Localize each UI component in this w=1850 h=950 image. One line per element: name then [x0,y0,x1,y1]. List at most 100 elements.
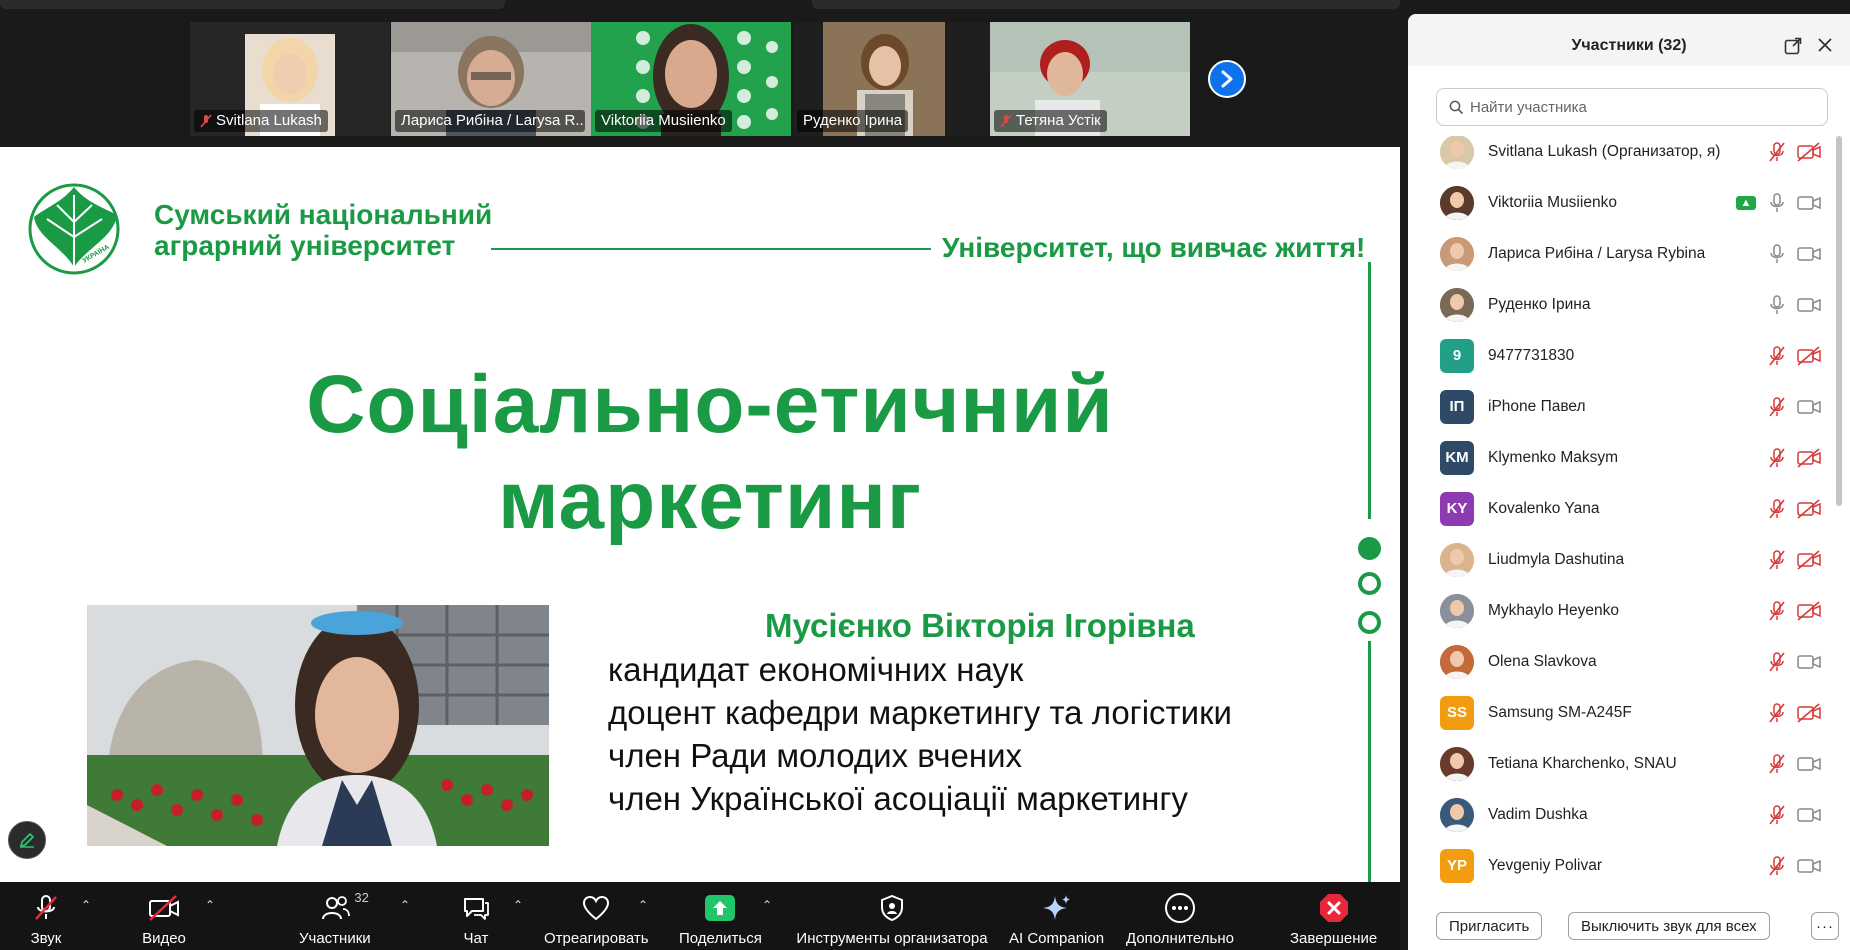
strip-bar-left [0,0,505,9]
audio-button[interactable]: Звук [22,882,70,950]
next-page-button[interactable] [1208,60,1246,98]
video-tile-viktoriia[interactable]: Viktoriia Musiienko [591,22,791,136]
chevron-right-icon [1221,70,1233,88]
video-icon[interactable] [1797,856,1821,876]
participant-row[interactable]: Svitlana Lukash (Организатор, я) [1408,136,1844,177]
participant-list-scrollbar[interactable] [1836,136,1842,506]
participant-row[interactable]: Olena Slavkova [1408,636,1844,687]
participant-row[interactable]: ІП iPhone Павел [1408,381,1844,432]
participant-row[interactable]: SS Samsung SM-A245F [1408,687,1844,738]
annotate-button[interactable] [8,821,46,859]
chat-icon-wrap [452,888,500,928]
participants-button[interactable]: 32 Участники [299,882,371,950]
video-off-icon[interactable] [1797,498,1821,519]
popout-icon[interactable] [1784,37,1802,55]
video-off-icon[interactable] [1797,447,1821,468]
video-button[interactable]: Видео [140,882,188,950]
video-tile-larysa[interactable]: Лариса Рибіна / Larysa R... [391,22,591,136]
participant-row[interactable]: Viktoriia Musiienko ▲ [1408,177,1844,228]
react-button[interactable]: Отреагировать [544,882,649,950]
muted-mic-icon[interactable] [1769,498,1785,519]
participant-row[interactable]: Руденко Ірина [1408,279,1844,330]
video-icon[interactable] [1797,652,1821,672]
participant-name: Tetiana Kharchenko, SNAU [1488,754,1677,772]
participant-row[interactable]: Tetiana Kharchenko, SNAU [1408,738,1844,789]
video-off-icon[interactable] [1797,549,1821,570]
video-icon[interactable] [1797,295,1821,315]
search-input[interactable] [1470,98,1810,116]
more-button[interactable]: Дополнительно [1126,882,1234,950]
shield-icon [881,894,903,922]
muted-mic-icon[interactable] [1769,600,1785,621]
react-options-caret[interactable]: ⌃ [636,899,650,911]
avatar [1440,185,1474,220]
tile-name-text: Viktoriia Musiienko [601,112,726,129]
tile-name: Viktoriia Musiienko [595,110,732,132]
mute-all-button[interactable]: Выключить звук для всех [1568,912,1770,940]
panel-more-button[interactable]: ··· [1811,912,1839,940]
muted-mic-icon[interactable] [1769,345,1785,366]
muted-mic-icon[interactable] [1769,855,1785,876]
muted-mic-icon[interactable] [1769,651,1785,672]
avatar-photo [1440,185,1474,220]
participant-row[interactable]: KY Kovalenko Yana [1408,483,1844,534]
video-icon[interactable] [1797,244,1821,264]
share-button[interactable]: Поделиться [679,882,762,950]
video-icon[interactable] [1797,193,1821,213]
chat-button[interactable]: Чат [452,882,500,950]
mic-icon[interactable] [1769,192,1785,213]
zoom-meeting-window: Svitlana Lukash Лариса Рибіна / Larysa R… [0,0,1850,950]
participant-row[interactable]: Vadim Dushka [1408,789,1844,840]
muted-mic-icon[interactable] [1769,702,1785,723]
host-tools-button[interactable]: Инструменты организатора [792,882,992,950]
audio-options-caret[interactable]: ⌃ [79,899,93,911]
video-icon[interactable] [1797,805,1821,825]
participant-row[interactable]: 9 9477731830 [1408,330,1844,381]
video-tile-tetiana[interactable]: Тетяна Устік [990,22,1190,136]
video-tile-svitlana[interactable]: Svitlana Lukash [190,22,390,136]
invite-button[interactable]: Пригласить [1436,912,1543,940]
video-icon[interactable] [1797,754,1821,774]
video-off-icon[interactable] [1797,345,1821,366]
participant-row[interactable]: YP Yevgeniy Polivar [1408,840,1844,891]
share-options-caret[interactable]: ⌃ [760,899,774,911]
video-tile-iryna[interactable]: Руденко Ірина [793,22,993,136]
close-icon[interactable] [1816,36,1834,54]
panel-header: Участники (32) [1408,14,1850,66]
participant-row[interactable]: KM Klymenko Maksym [1408,432,1844,483]
participant-name: Viktoriia Musiienko [1488,193,1617,211]
video-off-icon[interactable] [1797,141,1821,162]
end-meeting-button[interactable]: Завершение [1290,882,1377,950]
video-off-icon[interactable] [1797,702,1821,723]
mic-icon[interactable] [1769,294,1785,315]
ai-companion-button[interactable]: AI Companion [1009,882,1104,950]
tile-name-text: Svitlana Lukash [216,112,322,129]
participant-name: Olena Slavkova [1488,652,1597,670]
muted-mic-icon[interactable] [1769,549,1785,570]
avatar [1440,797,1474,832]
sharing-badge: ▲ [1736,195,1756,210]
participant-row[interactable]: Mykhaylo Heyenko [1408,585,1844,636]
video-icon[interactable] [1797,397,1821,417]
heart-icon [583,895,610,921]
muted-mic-icon[interactable] [1769,804,1785,825]
credential-line: член Української асоціації маркетингу [608,780,1188,817]
muted-mic-icon[interactable] [1769,753,1785,774]
participants-options-caret[interactable]: ⌃ [398,899,412,911]
author-name: Мусієнко Вікторія Ігорівна [765,607,1195,644]
participant-row[interactable]: Liudmyla Dashutina [1408,534,1844,585]
host-tools-label: Инструменты организатора [796,930,988,947]
participant-search[interactable] [1436,88,1828,126]
muted-mic-icon[interactable] [1769,396,1785,417]
video-options-caret[interactable]: ⌃ [203,899,217,911]
avatar-photo [1440,136,1474,169]
chat-options-caret[interactable]: ⌃ [511,899,525,911]
search-icon [1449,100,1464,114]
video-off-icon[interactable] [1797,600,1821,621]
muted-mic-icon[interactable] [1769,447,1785,468]
mic-icon[interactable] [1769,243,1785,264]
participant-row[interactable]: Лариса Рибіна / Larysa Rybina [1408,228,1844,279]
end-meeting-icon [1319,894,1348,922]
pencil-icon [19,832,35,848]
muted-mic-icon[interactable] [1769,141,1785,162]
